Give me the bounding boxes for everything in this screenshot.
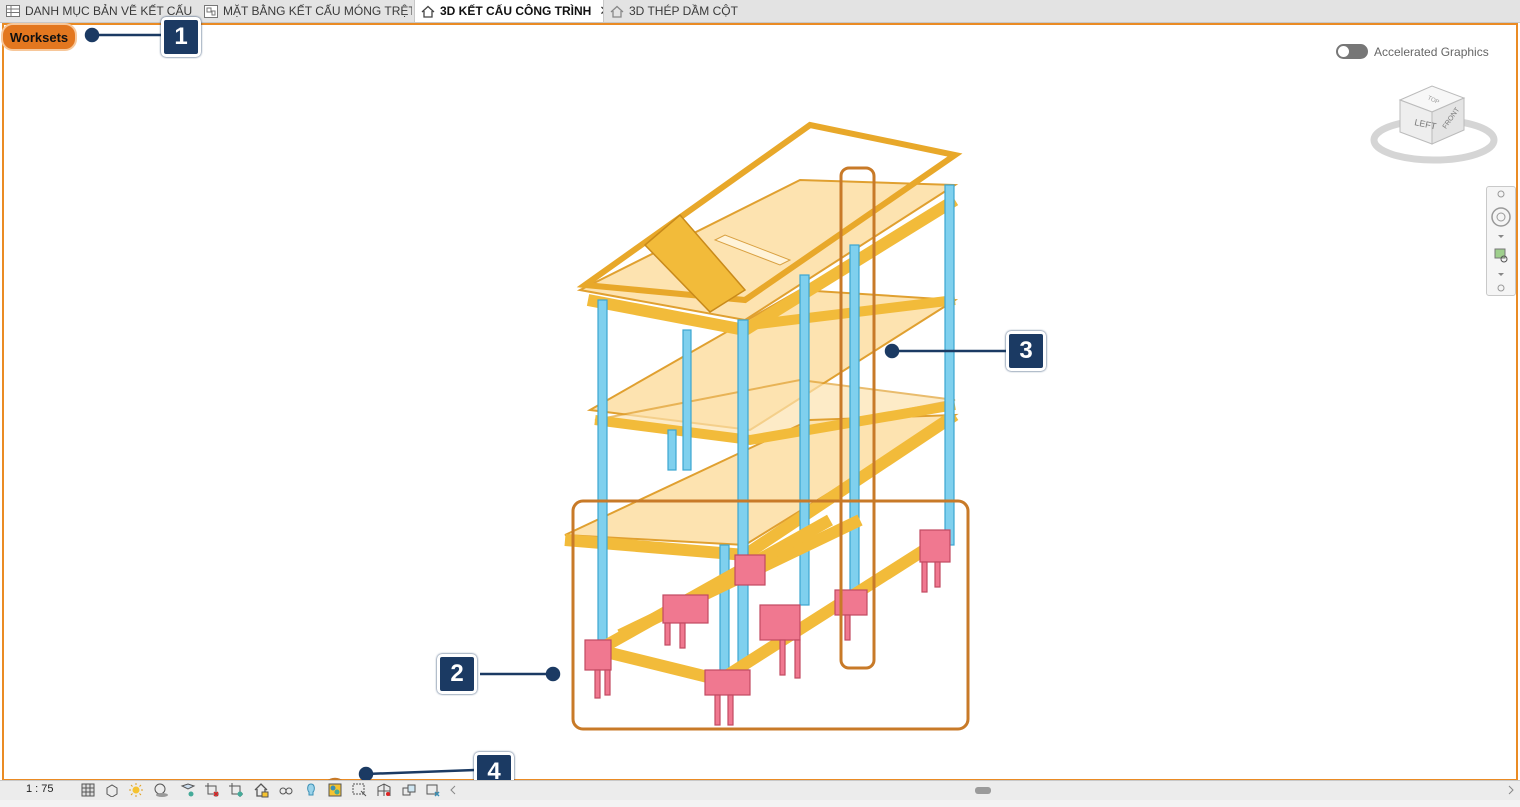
view-control-bar: 1 : 75 <box>0 780 1520 800</box>
footing <box>584 639 612 671</box>
callout-2: 2 <box>437 654 477 694</box>
footing <box>662 594 709 624</box>
pile <box>934 561 941 588</box>
show-analytical-model-icon[interactable] <box>376 782 392 798</box>
column <box>719 544 730 676</box>
reveal-constraints-icon[interactable] <box>425 782 441 798</box>
column <box>597 299 608 641</box>
unlock-3d-view-icon[interactable] <box>253 782 269 798</box>
pile <box>664 622 671 646</box>
status-strip <box>0 800 1520 807</box>
visual-style-icon[interactable] <box>104 782 120 798</box>
pile <box>594 669 601 699</box>
highlight-displacement-icon[interactable] <box>401 782 417 798</box>
accelerated-graphics-toggle[interactable]: Accelerated Graphics <box>1336 44 1489 59</box>
scroll-left-icon <box>450 785 456 795</box>
pile <box>604 669 611 696</box>
navbar-options-icon <box>1497 284 1505 292</box>
pile <box>679 622 686 649</box>
column <box>799 274 810 606</box>
crop-view-icon[interactable] <box>204 782 220 798</box>
pile <box>714 694 721 726</box>
shadows-icon[interactable] <box>153 782 169 798</box>
footing <box>734 554 766 586</box>
pile <box>779 639 786 676</box>
pile <box>727 694 734 726</box>
scroll-right-icon <box>1508 785 1514 795</box>
steering-wheel-icon <box>1491 207 1511 227</box>
scroll-thumb <box>975 787 991 794</box>
worksharing-display-icon[interactable] <box>327 782 343 798</box>
pile <box>794 639 801 679</box>
pile <box>921 561 928 593</box>
detail-level-icon[interactable] <box>80 782 96 798</box>
reveal-hidden-elements-icon[interactable] <box>303 782 319 798</box>
horizontal-scrollbar[interactable] <box>447 782 1517 798</box>
footing <box>759 604 801 641</box>
view-scale[interactable]: 1 : 75 <box>26 783 54 795</box>
toggle-switch[interactable] <box>1336 44 1368 59</box>
column <box>849 244 860 596</box>
temporary-view-properties-icon[interactable] <box>352 782 368 798</box>
column <box>944 184 955 546</box>
navbar-close-icon <box>1497 190 1505 198</box>
callout-3: 3 <box>1006 331 1046 371</box>
chevron-down-icon <box>1498 273 1504 276</box>
accelerated-graphics-label: Accelerated Graphics <box>1374 44 1489 59</box>
rendering-dialog-icon[interactable] <box>180 782 196 798</box>
footing <box>704 669 751 696</box>
viewcube[interactable]: LEFT FRONT TOP <box>1370 78 1500 173</box>
footing <box>919 529 951 563</box>
zoom-icon <box>1494 248 1506 259</box>
sun-path-icon[interactable] <box>128 782 144 798</box>
worksets-button[interactable]: Worksets <box>1 23 77 51</box>
pile <box>844 614 851 641</box>
show-crop-region-icon[interactable] <box>228 782 244 798</box>
column <box>667 429 677 471</box>
callout-1: 1 <box>161 17 201 57</box>
column <box>682 329 692 471</box>
navigation-bar <box>1486 186 1516 296</box>
temporary-hide-isolate-icon[interactable] <box>278 782 294 798</box>
chevron-down-icon <box>1498 235 1504 238</box>
structural-3d-model <box>84 27 1008 803</box>
